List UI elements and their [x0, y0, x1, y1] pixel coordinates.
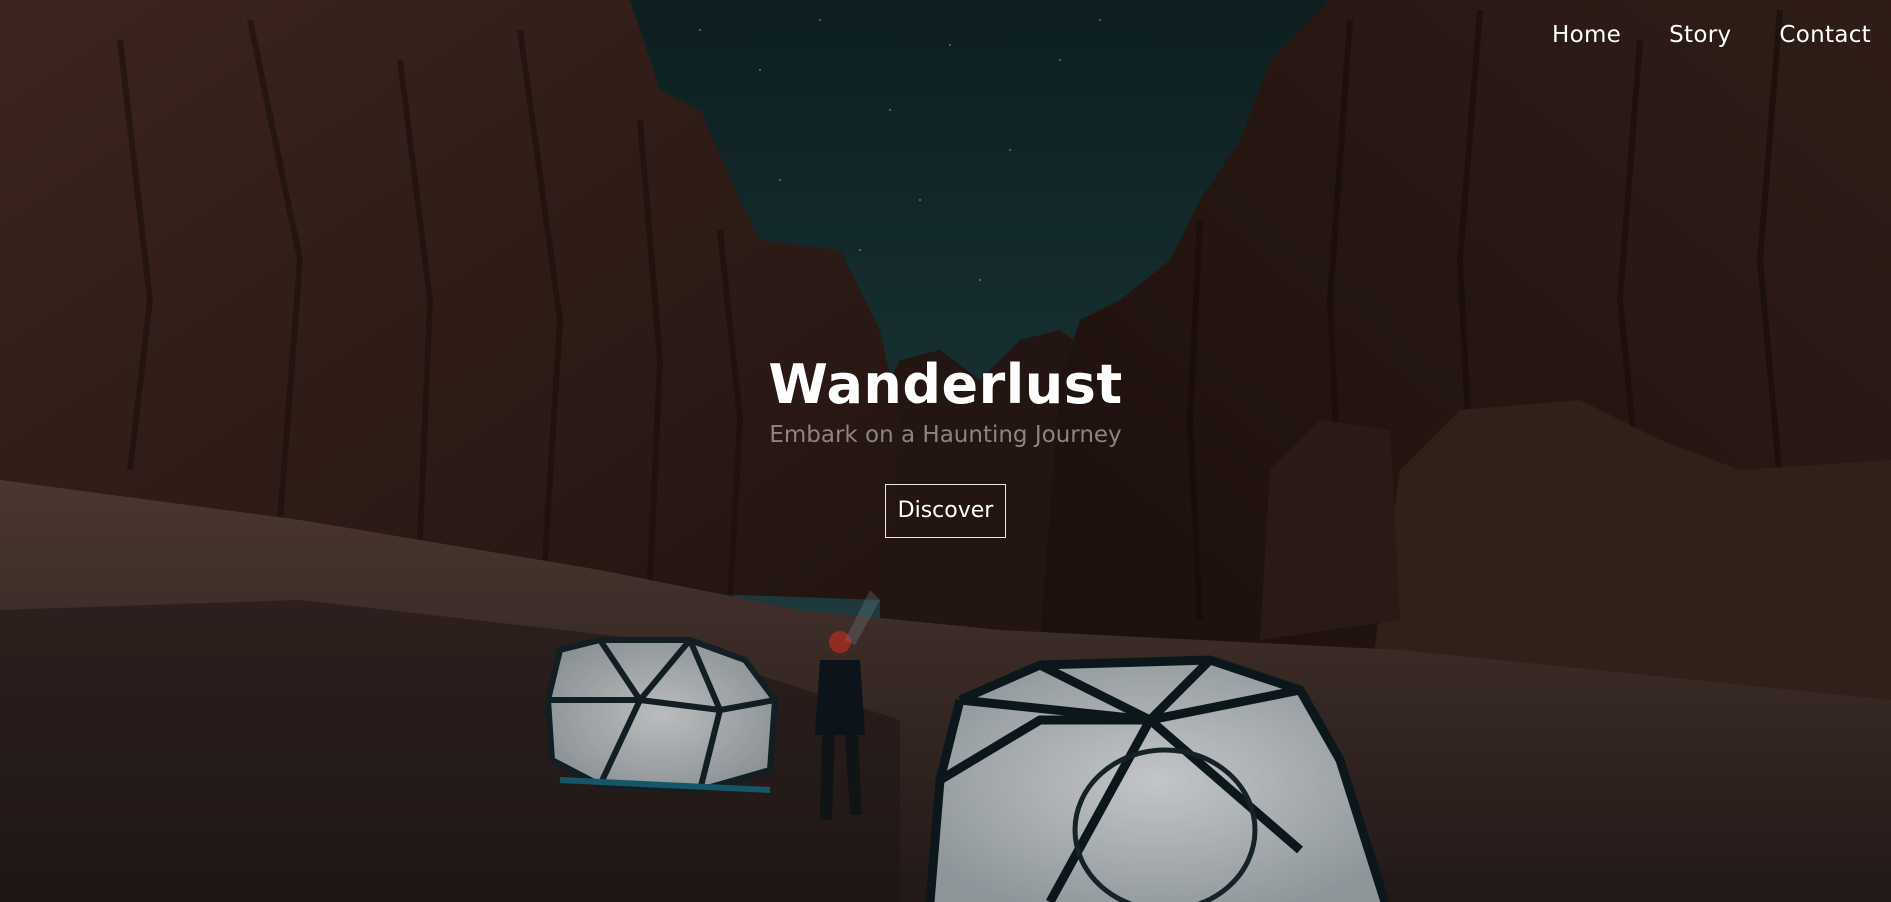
top-nav: Home Story Contact [1552, 22, 1871, 48]
nav-link-contact[interactable]: Contact [1779, 22, 1871, 48]
nav-link-story[interactable]: Story [1669, 22, 1731, 48]
discover-button[interactable]: Discover [884, 484, 1007, 538]
hero-title: Wanderlust [768, 353, 1123, 416]
hero-content: Wanderlust Embark on a Haunting Journey … [0, 352, 1891, 538]
hero-section: Home Story Contact Wanderlust Embark on … [0, 0, 1891, 902]
hero-subtitle: Embark on a Haunting Journey [769, 422, 1122, 448]
nav-link-home[interactable]: Home [1552, 22, 1621, 48]
